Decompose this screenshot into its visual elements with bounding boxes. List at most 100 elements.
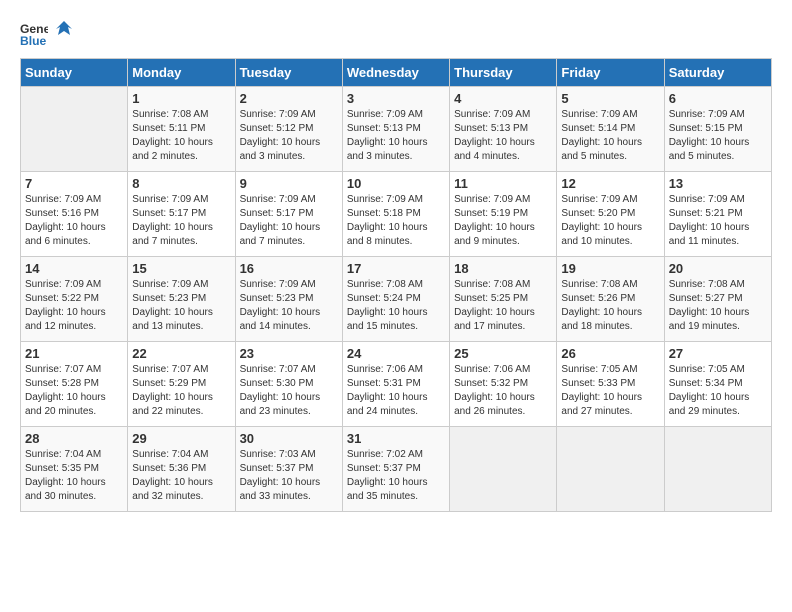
day-number: 29 [132,431,230,446]
day-detail: Sunrise: 7:09 AM Sunset: 5:18 PM Dayligh… [347,193,445,249]
day-number: 31 [347,431,445,446]
sunrise-text: Sunrise: 7:08 AM [669,278,767,292]
day-cell: 12 Sunrise: 7:09 AM Sunset: 5:20 PM Dayl… [557,172,664,257]
sunrise-text: Sunrise: 7:07 AM [132,363,230,377]
daylight-text: Daylight: 10 hours and 20 minutes. [25,391,123,419]
day-number: 27 [669,346,767,361]
day-cell: 23 Sunrise: 7:07 AM Sunset: 5:30 PM Dayl… [235,342,342,427]
day-detail: Sunrise: 7:05 AM Sunset: 5:34 PM Dayligh… [669,363,767,419]
day-cell: 28 Sunrise: 7:04 AM Sunset: 5:35 PM Dayl… [21,427,128,512]
sunrise-text: Sunrise: 7:09 AM [561,193,659,207]
day-detail: Sunrise: 7:09 AM Sunset: 5:13 PM Dayligh… [454,108,552,164]
daylight-text: Daylight: 10 hours and 7 minutes. [240,221,338,249]
day-cell: 1 Sunrise: 7:08 AM Sunset: 5:11 PM Dayli… [128,87,235,172]
sunset-text: Sunset: 5:16 PM [25,207,123,221]
daylight-text: Daylight: 10 hours and 8 minutes. [347,221,445,249]
sunrise-text: Sunrise: 7:03 AM [240,448,338,462]
day-detail: Sunrise: 7:04 AM Sunset: 5:35 PM Dayligh… [25,448,123,504]
page-header: General Blue [20,20,772,48]
daylight-text: Daylight: 10 hours and 27 minutes. [561,391,659,419]
daylight-text: Daylight: 10 hours and 12 minutes. [25,306,123,334]
sunset-text: Sunset: 5:32 PM [454,377,552,391]
day-detail: Sunrise: 7:09 AM Sunset: 5:17 PM Dayligh… [132,193,230,249]
sunrise-text: Sunrise: 7:09 AM [240,108,338,122]
header-row: SundayMondayTuesdayWednesdayThursdayFrid… [21,59,772,87]
day-number: 10 [347,176,445,191]
header-day-wednesday: Wednesday [342,59,449,87]
daylight-text: Daylight: 10 hours and 3 minutes. [347,136,445,164]
day-number: 6 [669,91,767,106]
day-number: 2 [240,91,338,106]
day-number: 9 [240,176,338,191]
sunrise-text: Sunrise: 7:09 AM [25,193,123,207]
day-detail: Sunrise: 7:06 AM Sunset: 5:31 PM Dayligh… [347,363,445,419]
daylight-text: Daylight: 10 hours and 5 minutes. [561,136,659,164]
day-number: 21 [25,346,123,361]
sunrise-text: Sunrise: 7:09 AM [669,193,767,207]
day-number: 12 [561,176,659,191]
sunrise-text: Sunrise: 7:07 AM [25,363,123,377]
sunset-text: Sunset: 5:27 PM [669,292,767,306]
sunset-text: Sunset: 5:17 PM [132,207,230,221]
day-cell: 10 Sunrise: 7:09 AM Sunset: 5:18 PM Dayl… [342,172,449,257]
logo-icon: General Blue [20,20,48,48]
sunrise-text: Sunrise: 7:08 AM [347,278,445,292]
sunset-text: Sunset: 5:24 PM [347,292,445,306]
sunrise-text: Sunrise: 7:04 AM [25,448,123,462]
sunrise-text: Sunrise: 7:04 AM [132,448,230,462]
day-detail: Sunrise: 7:09 AM Sunset: 5:20 PM Dayligh… [561,193,659,249]
day-detail: Sunrise: 7:08 AM Sunset: 5:24 PM Dayligh… [347,278,445,334]
sunset-text: Sunset: 5:25 PM [454,292,552,306]
day-number: 22 [132,346,230,361]
sunrise-text: Sunrise: 7:05 AM [669,363,767,377]
day-cell: 19 Sunrise: 7:08 AM Sunset: 5:26 PM Dayl… [557,257,664,342]
day-number: 5 [561,91,659,106]
day-detail: Sunrise: 7:07 AM Sunset: 5:29 PM Dayligh… [132,363,230,419]
day-number: 28 [25,431,123,446]
day-cell: 24 Sunrise: 7:06 AM Sunset: 5:31 PM Dayl… [342,342,449,427]
sunset-text: Sunset: 5:31 PM [347,377,445,391]
daylight-text: Daylight: 10 hours and 24 minutes. [347,391,445,419]
day-cell: 6 Sunrise: 7:09 AM Sunset: 5:15 PM Dayli… [664,87,771,172]
day-detail: Sunrise: 7:09 AM Sunset: 5:14 PM Dayligh… [561,108,659,164]
daylight-text: Daylight: 10 hours and 22 minutes. [132,391,230,419]
day-detail: Sunrise: 7:05 AM Sunset: 5:33 PM Dayligh… [561,363,659,419]
sunset-text: Sunset: 5:28 PM [25,377,123,391]
sunrise-text: Sunrise: 7:09 AM [669,108,767,122]
day-cell: 5 Sunrise: 7:09 AM Sunset: 5:14 PM Dayli… [557,87,664,172]
day-number: 7 [25,176,123,191]
header-day-tuesday: Tuesday [235,59,342,87]
header-day-thursday: Thursday [450,59,557,87]
logo: General Blue [20,20,74,48]
week-row-2: 7 Sunrise: 7:09 AM Sunset: 5:16 PM Dayli… [21,172,772,257]
sunset-text: Sunset: 5:23 PM [132,292,230,306]
day-cell: 7 Sunrise: 7:09 AM Sunset: 5:16 PM Dayli… [21,172,128,257]
day-number: 13 [669,176,767,191]
daylight-text: Daylight: 10 hours and 2 minutes. [132,136,230,164]
day-detail: Sunrise: 7:02 AM Sunset: 5:37 PM Dayligh… [347,448,445,504]
day-detail: Sunrise: 7:09 AM Sunset: 5:19 PM Dayligh… [454,193,552,249]
sunset-text: Sunset: 5:33 PM [561,377,659,391]
day-cell [21,87,128,172]
daylight-text: Daylight: 10 hours and 32 minutes. [132,476,230,504]
day-number: 20 [669,261,767,276]
daylight-text: Daylight: 10 hours and 29 minutes. [669,391,767,419]
sunset-text: Sunset: 5:23 PM [240,292,338,306]
sunset-text: Sunset: 5:34 PM [669,377,767,391]
day-number: 3 [347,91,445,106]
day-detail: Sunrise: 7:09 AM Sunset: 5:21 PM Dayligh… [669,193,767,249]
sunset-text: Sunset: 5:29 PM [132,377,230,391]
day-cell: 17 Sunrise: 7:08 AM Sunset: 5:24 PM Dayl… [342,257,449,342]
sunset-text: Sunset: 5:22 PM [25,292,123,306]
day-detail: Sunrise: 7:09 AM Sunset: 5:16 PM Dayligh… [25,193,123,249]
sunrise-text: Sunrise: 7:02 AM [347,448,445,462]
sunset-text: Sunset: 5:13 PM [347,122,445,136]
day-cell: 18 Sunrise: 7:08 AM Sunset: 5:25 PM Dayl… [450,257,557,342]
day-detail: Sunrise: 7:08 AM Sunset: 5:11 PM Dayligh… [132,108,230,164]
daylight-text: Daylight: 10 hours and 10 minutes. [561,221,659,249]
sunrise-text: Sunrise: 7:09 AM [347,193,445,207]
sunrise-text: Sunrise: 7:09 AM [132,193,230,207]
daylight-text: Daylight: 10 hours and 15 minutes. [347,306,445,334]
day-detail: Sunrise: 7:08 AM Sunset: 5:27 PM Dayligh… [669,278,767,334]
day-cell: 2 Sunrise: 7:09 AM Sunset: 5:12 PM Dayli… [235,87,342,172]
